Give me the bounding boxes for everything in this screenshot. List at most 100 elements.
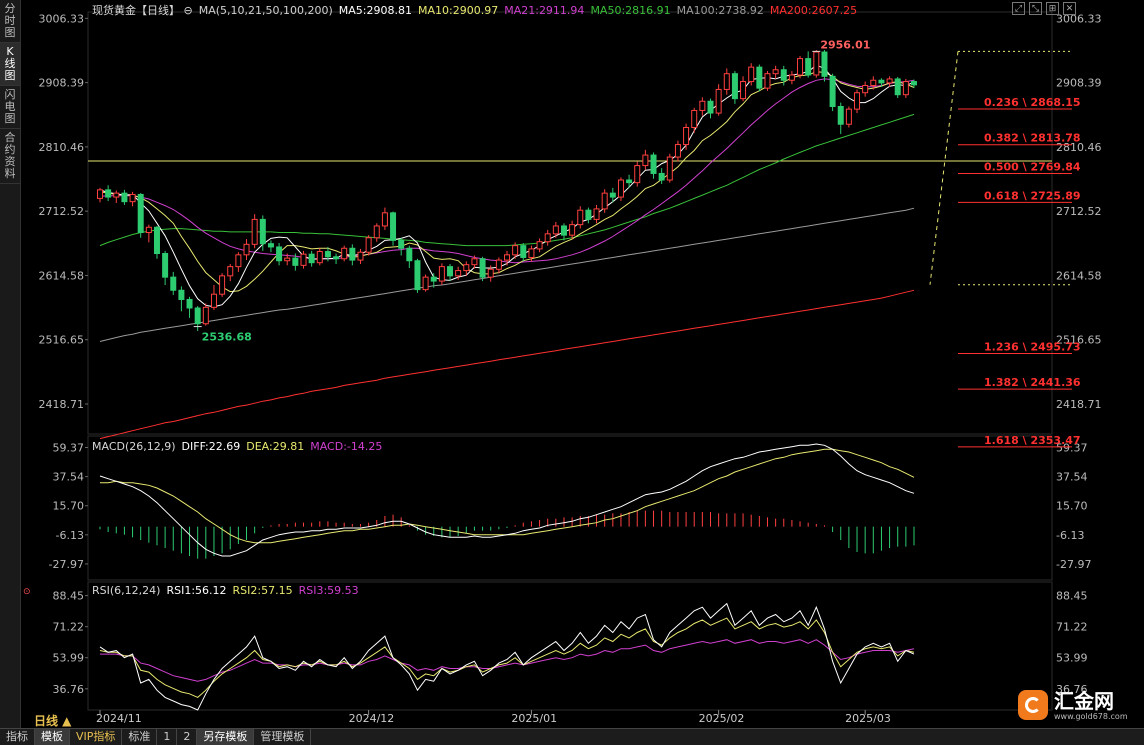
candle-body-37 [398,239,405,249]
rsi-ytick-left-2: 53.99 [53,652,85,665]
candle-body-77 [723,73,730,90]
fib-level-label-4: 1.236 \ 2495.73 [984,340,1081,353]
candle-body-58 [569,224,576,236]
candle-body-100 [911,81,917,86]
candle-body-5 [137,193,144,234]
candle-body-96 [878,79,885,84]
macd-panel-frame [87,435,1053,581]
macd-legend-2: MACD:-14.25 [310,440,382,453]
bottom-tab-2[interactable]: VIP指标 [70,729,123,745]
rsi-ytick-left-3: 36.76 [53,683,85,696]
candle-body-22 [276,246,283,262]
candle-body-7 [153,226,160,255]
macd-legend-0: DIFF:22.69 [182,440,241,453]
candle-body-39 [414,260,421,291]
bottom-template-bar: 指标 模板 VIP指标 标准 1 2 另存模板 管理模板 [0,728,1144,745]
bottom-tab-3[interactable]: 标准 [122,729,158,745]
logo-mark-icon [1018,690,1048,720]
main-ytick-right-1: 2908.39 [1056,77,1102,90]
logo-url: www.gold678.com [1054,711,1128,721]
bottom-tab-0[interactable]: 指标 [0,729,35,745]
candle-body-72 [683,127,690,146]
candle-body-24 [292,257,299,266]
candle-body-73 [691,109,698,129]
fib-level-label-1: 0.382 \ 2813.78 [984,132,1081,145]
candle-body-69 [658,172,665,181]
xtick-label-0: 2024/11 [96,712,142,725]
macd-ytick-left-1: 37.54 [53,471,85,484]
candle-body-2 [113,192,120,198]
candle-body-66 [634,165,641,184]
candle-body-94 [862,85,869,94]
macd-ytick-right-1: 37.54 [1056,471,1088,484]
candle-body-29 [333,256,340,260]
candle-body-17 [235,254,242,268]
candle-body-50 [504,254,510,261]
candle-body-95 [870,79,877,87]
main-legend-0: MA(5,10,21,50,100,200) [199,4,333,17]
shrink-icon[interactable]: ⤡ [1029,2,1042,15]
candle-body-65 [626,179,633,184]
left-tab-3[interactable]: 合约资料 [0,129,20,184]
left-tab-0[interactable]: 分时图 [0,0,20,43]
candle-body-75 [707,100,714,114]
main-ytick-left-5: 2516.65 [39,334,85,347]
bottom-tab-6[interactable]: 另存模板 [197,729,255,745]
left-tab-1[interactable]: K线图 [0,43,20,86]
chart-control-icons: ⤢ ⤡ ⊞ ✕ [1012,2,1076,15]
candle-body-41 [430,276,437,282]
candle-body-48 [487,268,494,278]
candle-body-38 [406,247,413,262]
main-panel-frame [87,11,1053,435]
candle-body-53 [528,248,535,258]
candle-body-85 [788,74,795,81]
candle-body-1 [105,189,112,198]
chart-area[interactable]: 3006.33 3006.332908.39 2908.392810.46 2810.… [20,0,1144,728]
candle-body-89 [821,51,828,77]
candle-body-15 [219,275,226,295]
xtick-label-3: 2025/02 [699,712,745,725]
bottom-tab-4[interactable]: 1 [157,729,178,745]
main-ytick-left-3: 2712.52 [39,205,85,218]
left-tab-2[interactable]: 闪电图 [0,86,20,129]
candle-body-70 [666,156,673,181]
macd-ytick-left-4: -27.97 [49,558,84,571]
candle-body-44 [455,270,462,277]
candle-body-36 [390,212,397,241]
rsi-ytick-right-0: 88.45 [1056,590,1088,603]
fit-icon[interactable]: ⊞ [1046,2,1059,15]
period-selector[interactable]: 日线 ▲ [34,712,71,729]
candle-body-59 [577,209,584,226]
candle-body-64 [617,179,624,198]
gold678-logo: 汇金网 www.gold678.com [1018,687,1128,723]
rsi-legend: RSI(6,12,24) RSI1:56.12 RSI2:57.15 RSI3:59.… [92,584,359,597]
candle-body-51 [512,245,519,256]
close-icon[interactable]: ✕ [1063,2,1076,15]
rsi-ytick-left-1: 71.22 [53,621,85,634]
candle-body-63 [609,192,616,198]
rsi-panel-frame [87,581,1053,711]
candle-body-90 [829,75,836,108]
bottom-tab-1[interactable]: 模板 [35,729,70,745]
macd-legend-1: DEA:29.81 [246,440,304,453]
candle-body-52 [520,245,527,258]
bottom-tab-7[interactable]: 管理模板 [254,729,312,745]
macd-title: MACD(26,12,9) [92,440,176,453]
bottom-tab-5[interactable]: 2 [177,729,198,745]
fib-level-label-3: 0.618 \ 2725.89 [984,189,1081,202]
candle-body-78 [731,73,738,100]
main-legend-6: MA200:2607.25 [770,4,857,17]
candle-body-35 [381,212,388,227]
macd-legend: MACD(26,12,9) DIFF:22.69 DEA:29.81 MACD:-14… [92,440,382,453]
candle-body-25 [300,253,307,266]
candle-body-3 [121,192,128,203]
main-ytick-right-6: 2418.71 [1056,398,1102,411]
candle-body-9 [170,276,177,291]
rsi-legend-2: RSI3:59.53 [299,584,359,597]
candle-body-47 [479,258,486,278]
rsi2-line [99,617,915,698]
expand-icon[interactable]: ⤢ [1012,2,1025,15]
fib-level-label-2: 0.500 \ 2769.84 [984,161,1081,174]
candle-body-0 [97,189,103,199]
macd-ytick-left-0: 59.37 [53,442,85,455]
